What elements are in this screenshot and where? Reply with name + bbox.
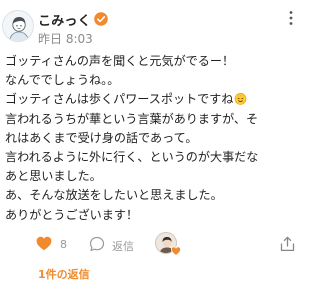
user-name[interactable]: こみっく bbox=[38, 10, 91, 29]
comment-line: ゴッティさんは歩くパワースポットですね bbox=[5, 90, 297, 109]
mini-heart-icon bbox=[171, 246, 181, 256]
user-name-row: こみっく bbox=[38, 10, 108, 29]
like-count: 8 bbox=[60, 238, 67, 251]
comment-line: 言われるように外に行く、というのが大事だな bbox=[5, 150, 259, 165]
comment-line-text: ゴッティさんは歩くパワースポットですね bbox=[5, 92, 234, 107]
verified-badge-icon bbox=[94, 12, 108, 26]
avatar-illustration-icon bbox=[3, 11, 33, 41]
reply-button[interactable]: 返信 bbox=[112, 238, 134, 254]
user-avatar[interactable] bbox=[2, 10, 34, 42]
comment-line: なんででしょうね。。 bbox=[5, 73, 120, 88]
comment-line: れはあくまで受け身の話であって。 bbox=[5, 130, 198, 145]
comment-timestamp: 昨日 8:03 bbox=[38, 32, 93, 46]
creator-liked-indicator bbox=[155, 232, 181, 256]
comment-line: あと思いました。 bbox=[5, 169, 102, 184]
smiling-face-icon bbox=[235, 93, 247, 106]
comment-line: あ、そんな放送をしたいと思えました。 bbox=[5, 188, 223, 203]
comment-actions: 8 返信 bbox=[0, 232, 300, 258]
heart-icon[interactable] bbox=[36, 236, 52, 251]
comment-line: ゴッティさんの声を聞くと元気がでるー！ bbox=[5, 54, 235, 68]
comment-card: こみっく 昨日 8:03 ゴッティさんの声を聞くと元気がでるー！ なんででしょう… bbox=[0, 0, 300, 300]
share-icon[interactable] bbox=[280, 236, 295, 252]
view-replies-link[interactable]: 1件の返信 bbox=[38, 266, 90, 282]
comment-line: 言われるうちが華という言葉がありますが、そ bbox=[5, 111, 259, 126]
comment-body: ゴッティさんの声を聞くと元気がでるー！ なんででしょうね。。 ゴッティさんは歩く… bbox=[5, 52, 297, 225]
comment-line: ありがとうございます！ bbox=[5, 207, 139, 222]
reply-bubble-icon[interactable] bbox=[89, 236, 105, 252]
more-options-icon[interactable] bbox=[288, 10, 294, 26]
